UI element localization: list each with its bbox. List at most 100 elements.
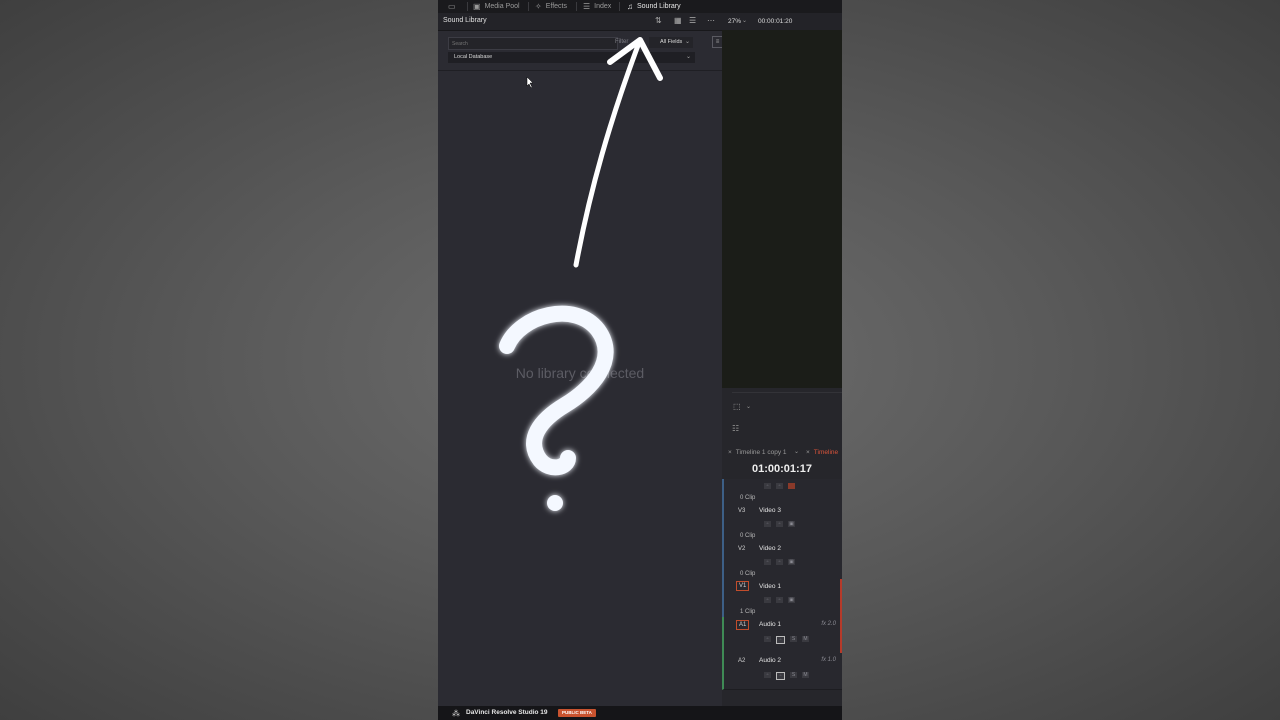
link-icon[interactable]: ▫ (776, 672, 785, 680)
solo-button[interactable]: S (790, 636, 797, 642)
track-id[interactable]: V1 (736, 581, 750, 591)
disable-track-icon[interactable] (788, 483, 795, 489)
track-v2[interactable]: V2 Video 2 ▫ ▫ ▣ 0 Clip (722, 541, 842, 580)
track-a1[interactable]: A1 Audio 1 fx 2.0 ▫ ▫ S M (722, 617, 842, 654)
track-name: Video 1 (759, 583, 781, 590)
media-pool-icon: ▣ (473, 2, 481, 11)
auto-track-icon[interactable]: ▫ (776, 521, 783, 527)
viewer-canvas (722, 30, 842, 388)
track-a2[interactable]: A2 Audio 2 fx 1.0 ▫ ▫ S M (722, 653, 842, 690)
chevron-down-icon[interactable]: ⌄ (794, 448, 799, 455)
search-input[interactable] (448, 37, 618, 50)
timeline-tab-label: Timeline (813, 448, 839, 456)
link-icon[interactable]: ▫ (776, 636, 785, 644)
mute-button[interactable]: M (802, 672, 809, 678)
lock-icon[interactable]: ▫ (764, 521, 771, 527)
tab-divider (619, 2, 620, 11)
panel-header: Sound Library ⇅ ▦ ☰ ⋯ (438, 13, 722, 31)
lock-icon[interactable]: ▫ (764, 483, 771, 489)
viewer-header: 27% ⌄ 00:00:01:20 (722, 13, 842, 30)
auto-track-icon[interactable]: ▫ (776, 597, 783, 603)
timeline-options-icon[interactable]: ☷ (732, 424, 739, 433)
grid-view-icon[interactable]: ▦ (674, 16, 682, 25)
monitor-track-icon[interactable]: ▣ (788, 559, 795, 565)
solo-button[interactable]: S (790, 672, 797, 678)
more-options-icon[interactable]: ⋯ (707, 16, 715, 25)
field-select[interactable]: All Fields ⌄ (649, 37, 693, 48)
monitor-icon-tab[interactable]: ▭ (448, 0, 456, 13)
database-select[interactable]: Local Database ⌄ (448, 52, 695, 63)
track-id[interactable]: V3 (736, 507, 747, 515)
tab-divider (576, 2, 577, 11)
viewer-timecode: 00:00:01:20 (758, 18, 793, 25)
chevron-down-icon[interactable]: ⌄ (746, 403, 751, 410)
scrubber-bar[interactable] (732, 392, 842, 393)
track-v3[interactable]: V3 Video 3 ▫ ▫ ▣ 0 Clip (722, 503, 842, 542)
davinci-logo-icon: ⁂ (452, 709, 460, 718)
close-icon[interactable]: × (806, 449, 810, 456)
track-controls: ▫ ▫ S M (764, 636, 809, 644)
playhead-marker (840, 579, 842, 617)
list-view-icon[interactable]: ☰ (689, 16, 696, 25)
database-select-value: Local Database (454, 54, 493, 60)
track-name: Video 3 (759, 507, 781, 514)
track-id[interactable]: A2 (736, 657, 747, 665)
mute-button[interactable]: M (802, 636, 809, 642)
track-fx-level[interactable]: fx 1.0 (821, 657, 836, 663)
search-row: Filter All Fields ⌄ ≡ (448, 36, 723, 50)
selection-mode-icon[interactable]: ⬚ (733, 402, 741, 411)
track-name: Audio 1 (759, 621, 782, 628)
timeline-tab-1[interactable]: × Timeline 1 copy 1 (728, 446, 787, 458)
filter-label: Filter (615, 39, 629, 45)
chevron-down-icon: ⌄ (685, 54, 691, 60)
tab-media-pool[interactable]: ▣ Media Pool (473, 0, 520, 13)
app-name: DaVinci Resolve Studio 19 (466, 709, 548, 716)
track-id[interactable]: V2 (736, 545, 747, 553)
effects-wand-icon: ✧ (535, 2, 542, 11)
track-v1[interactable]: V1 Video 1 ▫ ▫ ▣ 1 Clip (722, 579, 842, 618)
clip-count: 1 Clip (740, 609, 756, 615)
clip-count: 0 Clip (740, 533, 756, 539)
tab-index[interactable]: ☰ Index (583, 0, 611, 13)
track-fx-level[interactable]: fx 2.0 (821, 621, 836, 627)
panel-tab-bar: ▭ ▣ Media Pool ✧ Effects ☰ Index ♫ Sound… (438, 0, 842, 13)
lock-icon[interactable]: ▫ (764, 672, 771, 678)
panel-title: Sound Library (443, 17, 487, 24)
lock-icon[interactable]: ▫ (764, 636, 771, 642)
divider (438, 70, 722, 71)
tab-sound-library[interactable]: ♫ Sound Library (627, 0, 681, 13)
lock-icon[interactable]: ▫ (764, 559, 771, 565)
close-icon[interactable]: × (728, 449, 732, 456)
field-select-value: All Fields (660, 39, 683, 45)
index-list-icon: ☰ (583, 2, 591, 11)
tab-label: Sound Library (637, 3, 681, 10)
empty-state-message: No library connected (515, 365, 645, 381)
public-beta-badge: PUBLIC BETA (558, 709, 596, 717)
chevron-down-icon: ⌄ (684, 39, 690, 45)
track-controls: ▫ ▫ (764, 483, 795, 489)
tab-divider (467, 2, 468, 11)
monitor-track-icon[interactable]: ▣ (788, 597, 795, 603)
sort-icon[interactable]: ⇅ (655, 16, 662, 25)
track-controls: ▫ ▫ ▣ (764, 521, 795, 527)
zoom-level[interactable]: 27% (728, 18, 741, 25)
track-id[interactable]: A1 (736, 620, 750, 630)
timeline-tab-2[interactable]: × Timeline (806, 446, 838, 458)
tab-label: Index (594, 3, 612, 10)
track-header[interactable]: ▫ ▫ 0 Clip (722, 479, 842, 504)
tab-label: Media Pool (484, 3, 520, 10)
timeline-timecode: 01:00:01:17 (752, 463, 812, 475)
tab-effects[interactable]: ✧ Effects (535, 0, 567, 13)
chevron-down-icon: ⌄ (742, 18, 748, 24)
clip-count: 0 Clip (740, 495, 756, 501)
track-controls: ▫ ▫ ▣ (764, 559, 795, 565)
sound-library-panel: Sound Library ⇅ ▦ ☰ ⋯ Filter All Fields … (438, 13, 723, 706)
resolve-window: ▭ ▣ Media Pool ✧ Effects ☰ Index ♫ Sound… (438, 0, 842, 720)
clip-count: 0 Clip (740, 571, 756, 577)
auto-track-icon[interactable]: ▫ (776, 559, 783, 565)
auto-track-icon[interactable]: ▫ (776, 483, 783, 489)
tab-divider (528, 2, 529, 11)
monitor-track-icon[interactable]: ▣ (788, 521, 795, 527)
track-name: Video 2 (759, 545, 781, 552)
lock-icon[interactable]: ▫ (764, 597, 771, 603)
